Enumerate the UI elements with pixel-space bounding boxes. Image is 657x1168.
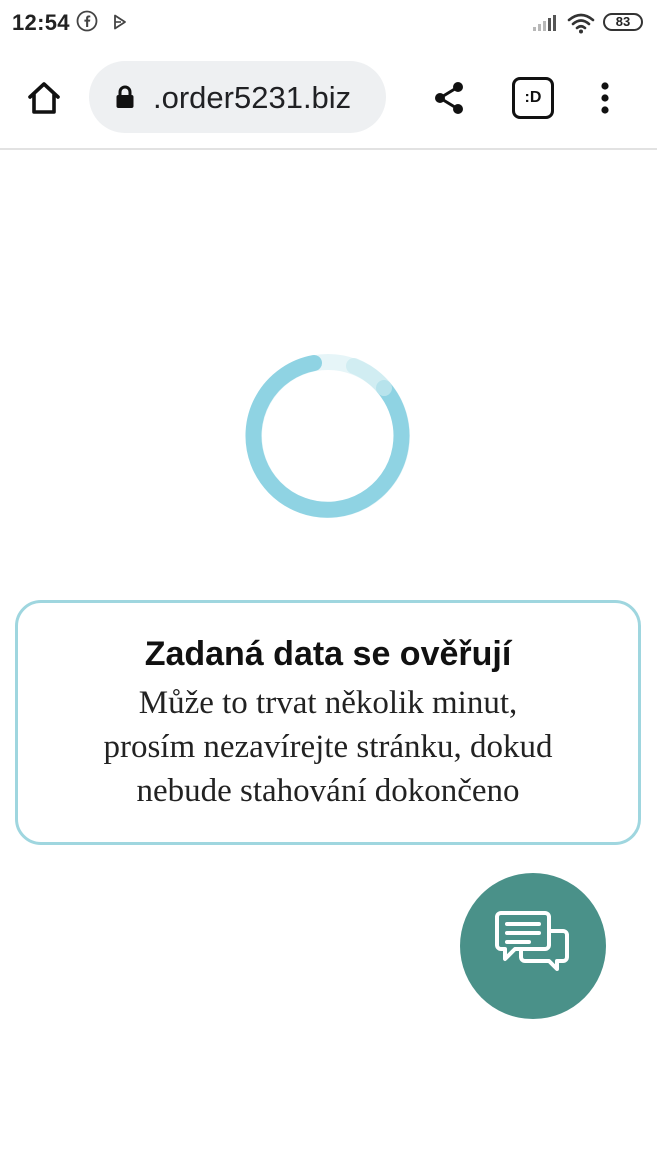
status-bar: 12:54 83 <box>0 0 657 46</box>
more-vert-icon[interactable] <box>590 76 620 120</box>
verification-message-card: Zadaná data se ověřují Může to trvat něk… <box>15 600 641 845</box>
loading-spinner-icon <box>244 352 412 520</box>
facebook-icon <box>76 10 98 37</box>
card-message-line-2: prosím nezavírejte stránku, dokud <box>103 729 553 765</box>
share-icon[interactable] <box>427 76 471 120</box>
browser-toolbar: .order5231.biz :D <box>0 46 657 150</box>
card-message-line-1: Může to trvat několik minut, <box>138 685 518 721</box>
status-time: 12:54 <box>12 10 70 35</box>
chat-button[interactable] <box>460 873 606 1019</box>
wifi-icon <box>567 12 595 39</box>
signal-icon <box>532 14 558 37</box>
lock-icon[interactable] <box>115 85 135 114</box>
chat-bubbles-icon <box>495 909 571 984</box>
card-title: Zadaná data se ověřují <box>144 635 512 673</box>
home-icon[interactable] <box>20 74 68 122</box>
url-text[interactable]: .order5231.biz <box>153 80 351 116</box>
phone-screen: 12:54 83 .order5231.biz:D Zadaná data s… <box>0 0 657 1168</box>
card-message-line-3: nebude stahování dokončeno <box>136 773 520 809</box>
tab-switcher-icon[interactable]: :D <box>512 77 554 119</box>
play-icon <box>113 14 127 35</box>
battery-icon: 83 <box>603 13 643 31</box>
url-bar[interactable]: .order5231.biz <box>89 61 386 133</box>
